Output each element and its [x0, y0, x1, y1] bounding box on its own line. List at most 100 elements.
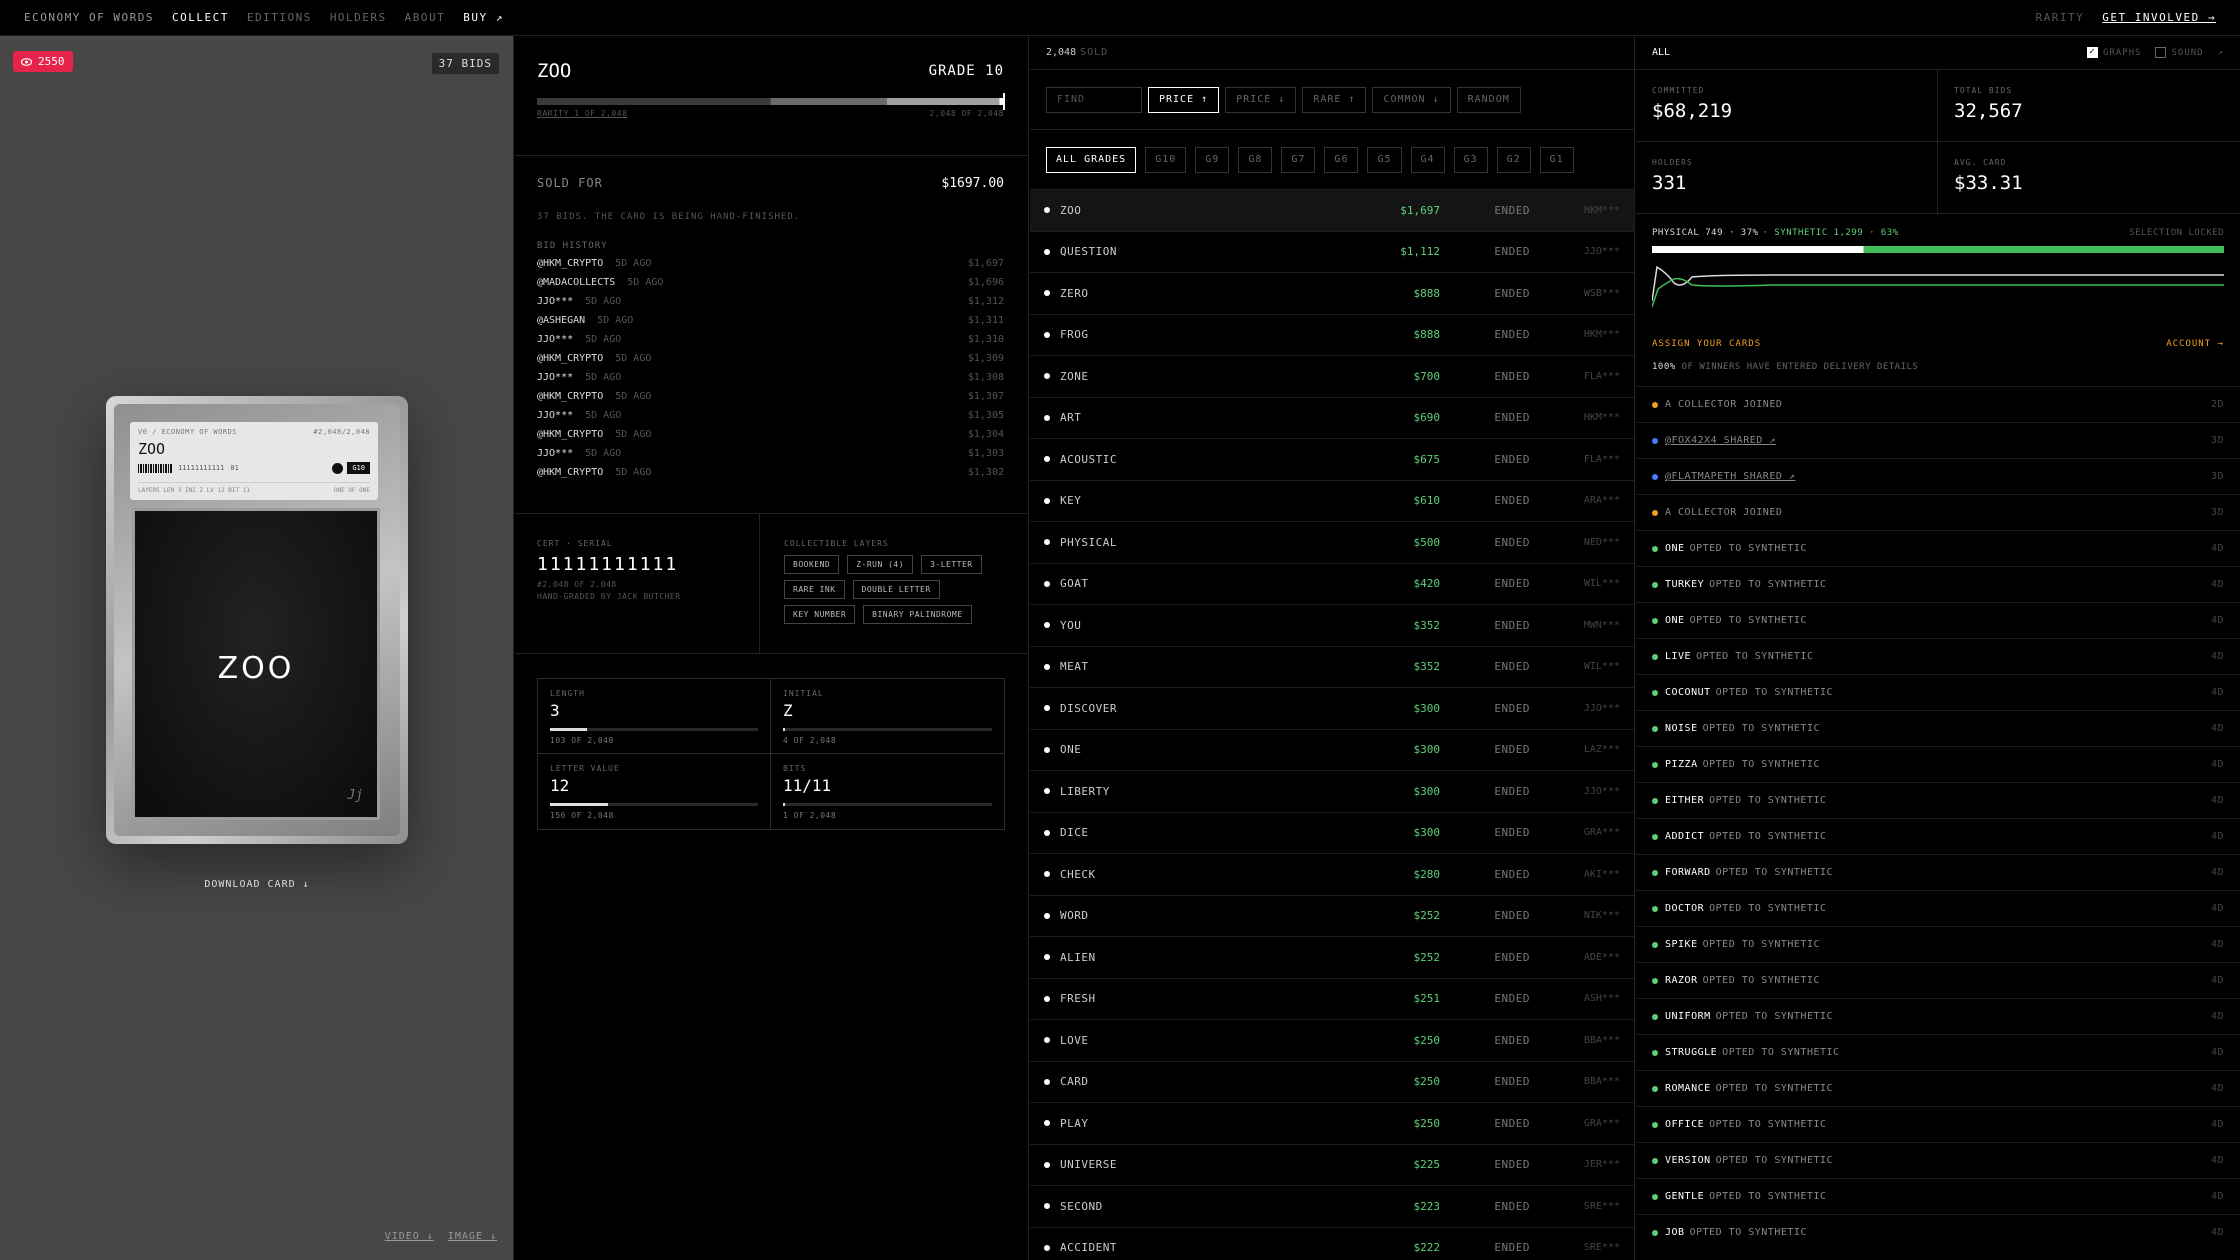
- get-involved-link[interactable]: GET INVOLVED →: [2102, 11, 2216, 24]
- bidder[interactable]: JJO***: [537, 296, 573, 307]
- nav-about[interactable]: ABOUT: [405, 11, 446, 24]
- activity-text[interactable]: @FOX42X4 SHARED ↗: [1665, 435, 1776, 446]
- activity-word[interactable]: ROMANCE: [1665, 1083, 1711, 1094]
- nav-editions[interactable]: EDITIONS: [247, 11, 312, 24]
- nav-buy[interactable]: BUY ↗: [463, 11, 504, 24]
- all-filter[interactable]: ALL: [1652, 47, 1670, 58]
- market-row[interactable]: ACCIDENT $222 ENDED SRE***: [1030, 1228, 1634, 1260]
- market-row[interactable]: DISCOVER $300 ENDED JJO***: [1030, 688, 1634, 730]
- video-download-link[interactable]: VIDEO ↓: [385, 1231, 434, 1242]
- market-row[interactable]: ALIEN $252 ENDED ADE***: [1030, 937, 1634, 979]
- market-row[interactable]: QUESTION $1,112 ENDED JJO***: [1030, 232, 1634, 273]
- assign-cards-link[interactable]: ASSIGN YOUR CARDS: [1652, 339, 1761, 349]
- activity-word[interactable]: PIZZA: [1665, 759, 1698, 770]
- activity-word[interactable]: DOCTOR: [1665, 903, 1704, 914]
- activity-text[interactable]: @FLATMAPETH SHARED ↗: [1665, 471, 1795, 482]
- sort-button[interactable]: PRICE ↓: [1225, 86, 1297, 113]
- sold-value: $1697.00: [941, 176, 1004, 191]
- grade-filter-button[interactable]: G9: [1195, 146, 1230, 173]
- activity-word[interactable]: ADDICT: [1665, 831, 1704, 842]
- activity-word[interactable]: RAZOR: [1665, 975, 1698, 986]
- grade-filter-button[interactable]: G7: [1281, 146, 1316, 173]
- sort-button[interactable]: COMMON ↓: [1372, 86, 1451, 113]
- activity-word[interactable]: GENTLE: [1665, 1191, 1704, 1202]
- grade-filter-button[interactable]: G8: [1238, 146, 1273, 173]
- bidder[interactable]: JJO***: [537, 410, 573, 421]
- activity-word[interactable]: COCONUT: [1665, 687, 1711, 698]
- signature-mark: Jj: [347, 788, 363, 803]
- activity-word[interactable]: LIVE: [1665, 651, 1691, 662]
- market-row[interactable]: DICE $300 ENDED GRA***: [1030, 813, 1634, 854]
- market-row[interactable]: ACOUSTIC $675 ENDED FLA***: [1030, 439, 1634, 481]
- activity-word[interactable]: JOB: [1665, 1227, 1685, 1238]
- grade-filter-button[interactable]: G5: [1367, 146, 1402, 173]
- item-price: $352: [1413, 660, 1441, 674]
- market-row[interactable]: ONE $300 ENDED LAZ***: [1030, 730, 1634, 771]
- market-row[interactable]: PHYSICAL $500 ENDED NED***: [1030, 522, 1634, 564]
- market-row[interactable]: MEAT $352 ENDED WIL***: [1030, 647, 1634, 688]
- bidder[interactable]: JJO***: [537, 448, 573, 459]
- market-row[interactable]: FROG $888 ENDED HKM***: [1030, 315, 1634, 356]
- market-row[interactable]: ART $690 ENDED HKM***: [1030, 398, 1634, 439]
- bidder[interactable]: @HKM_CRYPTO: [537, 429, 603, 440]
- activity-word[interactable]: TURKEY: [1665, 579, 1704, 590]
- activity-word[interactable]: VERSION: [1665, 1155, 1711, 1166]
- bidder[interactable]: @HKM_CRYPTO: [537, 353, 603, 364]
- activity-word[interactable]: ONE: [1665, 543, 1685, 554]
- market-row[interactable]: FRESH $251 ENDED ASH***: [1030, 979, 1634, 1020]
- market-row[interactable]: LIBERTY $300 ENDED JJO***: [1030, 771, 1634, 813]
- card-number: #2,048/2,048: [313, 428, 370, 436]
- market-row[interactable]: ZONE $700 ENDED FLA***: [1030, 356, 1634, 398]
- activity-word[interactable]: OFFICE: [1665, 1119, 1704, 1130]
- activity-word[interactable]: UNIFORM: [1665, 1011, 1711, 1022]
- activity-word[interactable]: EITHER: [1665, 795, 1704, 806]
- market-row[interactable]: YOU $352 ENDED MWN***: [1030, 605, 1634, 647]
- grade-filter-button[interactable]: G1: [1539, 146, 1574, 173]
- market-row[interactable]: WORD $252 ENDED NIK***: [1030, 896, 1634, 937]
- market-row[interactable]: ZOO $1,697 ENDED HKM***: [1030, 190, 1634, 232]
- market-row[interactable]: CARD $250 ENDED BBA***: [1030, 1062, 1634, 1103]
- activity-word[interactable]: SPIKE: [1665, 939, 1698, 950]
- nav-rarity[interactable]: RARITY: [2036, 11, 2085, 24]
- grade-filter-button[interactable]: G3: [1453, 146, 1488, 173]
- rarity-link[interactable]: RARITY 1 OF 2,048: [537, 109, 627, 118]
- sound-toggle[interactable]: SOUND: [2155, 47, 2203, 58]
- activity-word[interactable]: FORWARD: [1665, 867, 1711, 878]
- image-download-link[interactable]: IMAGE ↓: [448, 1231, 497, 1242]
- grade-filter-button[interactable]: G6: [1324, 146, 1359, 173]
- sort-button[interactable]: RARE ↑: [1302, 86, 1367, 113]
- bidder[interactable]: @HKM_CRYPTO: [537, 258, 603, 269]
- bidder[interactable]: @ASHEGAN: [537, 315, 585, 326]
- graphs-toggle[interactable]: ✓ GRAPHS: [2086, 47, 2142, 58]
- sort-button[interactable]: RANDOM: [1456, 86, 1521, 113]
- market-row[interactable]: KEY $610 ENDED ARA***: [1030, 481, 1634, 522]
- activity-word[interactable]: ONE: [1665, 615, 1685, 626]
- bidder[interactable]: @HKM_CRYPTO: [537, 391, 603, 402]
- market-row[interactable]: PLAY $250 ENDED GRA***: [1030, 1103, 1634, 1145]
- bidder[interactable]: JJO***: [537, 372, 573, 383]
- market-row[interactable]: UNIVERSE $225 ENDED JER***: [1030, 1145, 1634, 1186]
- grade-filter-button[interactable]: G10: [1145, 146, 1187, 173]
- market-row[interactable]: GOAT $420 ENDED WIL***: [1030, 564, 1634, 605]
- find-input[interactable]: FIND: [1046, 86, 1142, 113]
- nav-holders[interactable]: HOLDERS: [330, 11, 387, 24]
- expand-icon[interactable]: ↗: [2218, 48, 2224, 58]
- grade-filter-button[interactable]: G2: [1496, 146, 1531, 173]
- physical-count: PHYSICAL 749 · 37%: [1652, 228, 1759, 238]
- bidder[interactable]: @HKM_CRYPTO: [537, 467, 603, 478]
- activity-word[interactable]: STRUGGLE: [1665, 1047, 1717, 1058]
- market-row[interactable]: LOVE $250 ENDED BBA***: [1030, 1020, 1634, 1062]
- nav-collect[interactable]: COLLECT: [172, 11, 229, 24]
- brand-link[interactable]: ECONOMY OF WORDS: [24, 11, 154, 24]
- market-row[interactable]: CHECK $280 ENDED AKI***: [1030, 854, 1634, 896]
- market-row[interactable]: ZERO $888 ENDED WSB***: [1030, 273, 1634, 315]
- activity-word[interactable]: NOISE: [1665, 723, 1698, 734]
- sort-button[interactable]: PRICE ↑: [1148, 86, 1220, 113]
- grade-filter-button[interactable]: ALL GRADES: [1046, 146, 1137, 173]
- grade-filter-button[interactable]: G4: [1410, 146, 1445, 173]
- bidder[interactable]: @MADACOLLECTS: [537, 277, 615, 288]
- bidder[interactable]: JJO***: [537, 334, 573, 345]
- market-row[interactable]: SECOND $223 ENDED SRE***: [1030, 1186, 1634, 1228]
- download-card-link[interactable]: DOWNLOAD CARD ↓: [0, 879, 514, 890]
- account-link[interactable]: ACCOUNT →: [2166, 339, 2224, 349]
